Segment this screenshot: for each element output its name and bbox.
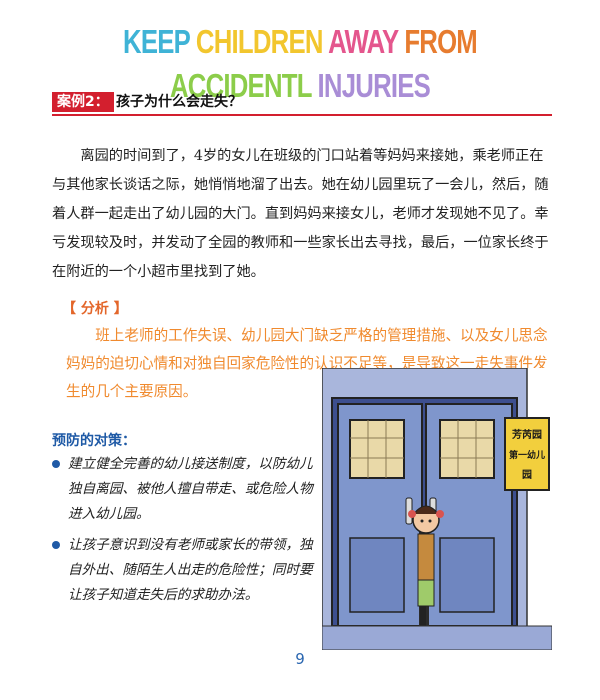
analysis-heading: 【 分析 】: [62, 301, 128, 317]
prevention-list: 建立健全完善的幼儿接送制度，以防幼儿独自离园、被他人擅自带走、或危险人物进入幼儿…: [52, 452, 314, 614]
case-title: 孩子为什么会走失？: [116, 94, 242, 110]
left-window: [349, 419, 405, 479]
door-illustration: 芳芮园 第一幼儿 园: [322, 368, 552, 650]
banner-word: CHILDREN: [195, 23, 329, 60]
right-window: [439, 419, 495, 479]
story-paragraph: 离园的时间到了，4岁的女儿在班级的门口站着等妈妈来接她，乘老师正在与其他家长谈话…: [52, 148, 549, 280]
list-item: 让孩子意识到没有老师或家长的带领，独自外出、随陌生人出走的危险性；同时要让孩子知…: [52, 533, 314, 608]
sign-line: 芳芮园: [512, 428, 542, 441]
list-item-text: 让孩子意识到没有老师或家长的带领，独自外出、随陌生人出走的危险性；同时要让孩子知…: [68, 537, 313, 603]
bullet-icon: [52, 541, 60, 549]
bullet-icon: [52, 460, 60, 468]
banner-word: FROM: [404, 23, 477, 60]
sign-line: 园: [522, 469, 532, 481]
case-tag: 案例2：: [52, 92, 114, 112]
prevention-heading: 预防的对策：: [52, 433, 136, 449]
case-header: 案例2： 孩子为什么会走失？: [52, 92, 552, 116]
kindergarten-sign: 芳芮园 第一幼儿 园: [504, 417, 550, 491]
banner-word: KEEP: [123, 23, 196, 60]
list-item: 建立健全完善的幼儿接送制度，以防幼儿独自离园、被他人擅自带走、或危险人物进入幼儿…: [52, 452, 314, 527]
list-item-text: 建立健全完善的幼儿接送制度，以防幼儿独自离园、被他人擅自带走、或危险人物进入幼儿…: [68, 456, 313, 522]
page-number: 9: [295, 650, 305, 668]
banner-word: AWAY: [328, 23, 405, 60]
sign-line: 第一幼儿: [509, 449, 545, 461]
